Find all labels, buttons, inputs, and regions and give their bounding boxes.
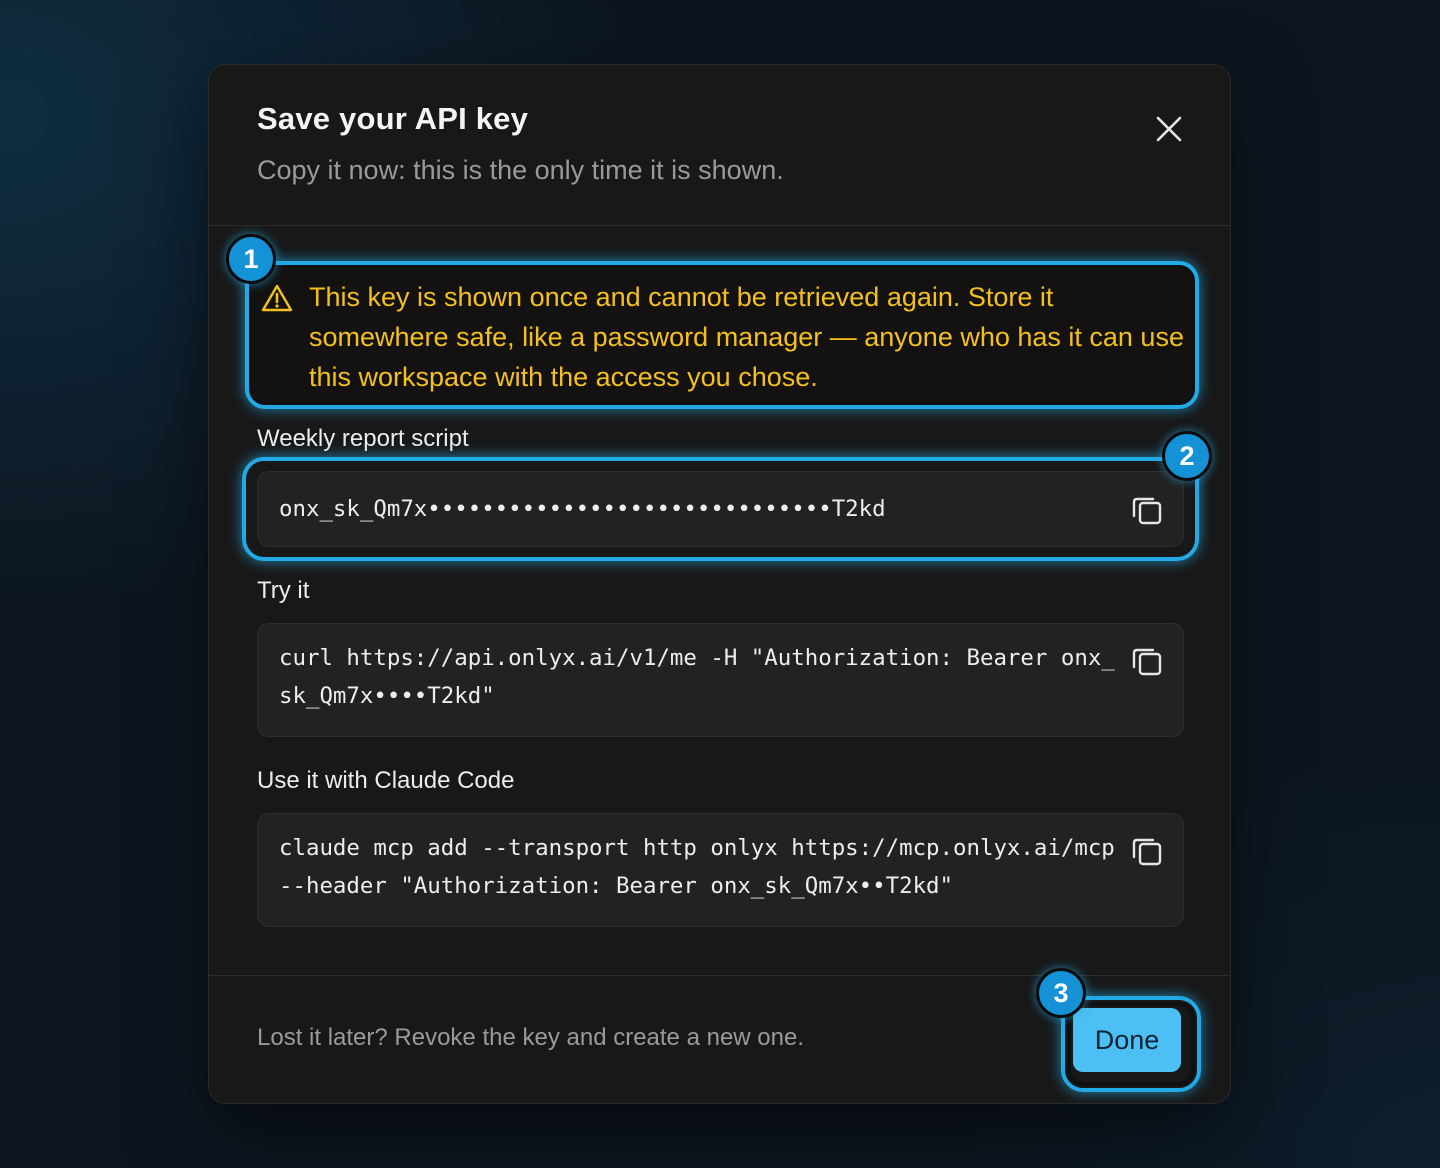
copy-try-it-button[interactable]	[1130, 644, 1164, 678]
warning-callout: This key is shown once and cannot be ret…	[245, 261, 1199, 409]
api-key-field[interactable]: onx_sk_Qm7x•••••••••••••••••••••••••••••…	[257, 471, 1184, 547]
step-badge-1: 1	[226, 234, 276, 284]
api-key-value: onx_sk_Qm7x•••••••••••••••••••••••••••••…	[279, 496, 886, 522]
warning-triangle-icon	[261, 284, 293, 312]
dialog-title: Save your API key	[257, 101, 529, 136]
copy-key-button[interactable]	[1130, 493, 1164, 527]
step-badge-2: 2	[1162, 431, 1212, 481]
copy-icon	[1132, 648, 1162, 676]
copy-icon	[1132, 497, 1162, 525]
claude-code-label: Use it with Claude Code	[257, 767, 515, 794]
close-button[interactable]	[1149, 109, 1189, 149]
step-badge-3: 3	[1036, 968, 1086, 1018]
dialog-subtitle: Copy it now: this is the only time it is…	[257, 155, 784, 185]
api-key-dialog: Save your API key Copy it now: this is t…	[208, 64, 1231, 1104]
dialog-header: Save your API key Copy it now: this is t…	[209, 65, 1230, 226]
key-name-label: Weekly report script	[257, 425, 469, 452]
done-button[interactable]: Done	[1073, 1008, 1181, 1072]
done-highlight-frame: Done	[1061, 996, 1201, 1092]
warning-text: This key is shown once and cannot be ret…	[309, 282, 1184, 392]
try-it-label: Try it	[257, 577, 310, 604]
try-it-command[interactable]: curl https://api.onlyx.ai/v1/me -H "Auth…	[279, 639, 1119, 715]
copy-icon	[1132, 838, 1162, 866]
claude-code-codebox: claude mcp add --transport http onlyx ht…	[257, 813, 1184, 927]
footer-note: Lost it later? Revoke the key and create…	[257, 1024, 804, 1051]
close-icon	[1156, 116, 1182, 142]
try-it-codebox: curl https://api.onlyx.ai/v1/me -H "Auth…	[257, 623, 1184, 737]
claude-code-command[interactable]: claude mcp add --transport http onlyx ht…	[279, 829, 1119, 905]
copy-claude-code-button[interactable]	[1130, 834, 1164, 868]
